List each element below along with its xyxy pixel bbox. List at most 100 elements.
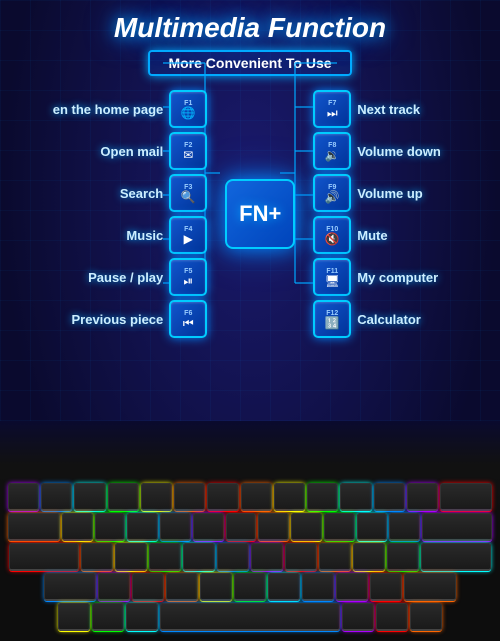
fn-row-f6: Previous piece F6 ⏮ [71, 300, 207, 338]
kb-key [8, 513, 60, 541]
f11-key: F11 🖥 [313, 258, 351, 296]
kb-row-5 [8, 603, 492, 631]
kb-key [353, 543, 385, 571]
kb-key [217, 543, 249, 571]
kb-key [274, 483, 305, 511]
kb-key [376, 603, 408, 631]
fn-row-f11: F11 🖥 My computer [313, 258, 447, 296]
fn-row-f8: F8 🔉 Volume down [313, 132, 447, 170]
f6-label: Previous piece [71, 312, 163, 327]
kb-key [404, 573, 456, 601]
f12-label: Calculator [357, 312, 447, 327]
f7-key: F7 ⏭ [313, 90, 351, 128]
kb-key [258, 513, 289, 541]
f8-key: F8 🔉 [313, 132, 351, 170]
kb-key [285, 543, 317, 571]
f4-label: Music [73, 228, 163, 243]
subtitle-text: More Convenient To Use [148, 50, 351, 76]
kb-key [340, 483, 371, 511]
kb-key [95, 513, 126, 541]
kb-key [141, 483, 172, 511]
kb-key [370, 573, 402, 601]
fn-row-f5: Pause / play F5 ⏯ [73, 258, 207, 296]
f8-label: Volume down [357, 144, 447, 159]
fn-row-f2: Open mail F2 ✉ [73, 132, 207, 170]
kb-key [126, 603, 158, 631]
subtitle-badge: More Convenient To Use [10, 50, 490, 76]
kb-key [81, 543, 113, 571]
kb-key [200, 573, 232, 601]
kb-key [41, 483, 72, 511]
keyboard-visual [0, 421, 500, 641]
fn-row-f10: F10 🔇 Mute [313, 216, 447, 254]
f4-key: F4 ▶ [169, 216, 207, 254]
kb-key [336, 573, 368, 601]
f10-key: F10 🔇 [313, 216, 351, 254]
f7-label: Next track [357, 102, 447, 117]
kb-key [251, 543, 283, 571]
kb-key [149, 543, 181, 571]
kb-key [234, 573, 266, 601]
kb-key [183, 543, 215, 571]
fn-row-f7: F7 ⏭ Next track [313, 90, 447, 128]
f12-key: F12 🔢 [313, 300, 351, 338]
f3-key: F3 🔍 [169, 174, 207, 212]
kb-key [62, 513, 93, 541]
kb-key [174, 483, 205, 511]
kb-key [324, 513, 355, 541]
kb-row-1 [8, 483, 492, 511]
f10-label: Mute [357, 228, 447, 243]
kb-key [127, 513, 158, 541]
kb-key [98, 573, 130, 601]
kb-key [410, 603, 442, 631]
f3-label: Search [73, 186, 163, 201]
kb-key [302, 573, 334, 601]
f2-key: F2 ✉ [169, 132, 207, 170]
f5-key: F5 ⏯ [169, 258, 207, 296]
f9-key: F9 🔊 [313, 174, 351, 212]
left-column: en the home page F1 🌐 Open mail F2 ✉ Sea… [53, 90, 208, 338]
f1-label: en the home page [53, 102, 164, 117]
fn-grid: en the home page F1 🌐 Open mail F2 ✉ Sea… [10, 90, 490, 338]
f1-key: F1 🌐 [169, 90, 207, 128]
fn-row-f12: F12 🔢 Calculator [313, 300, 447, 338]
kb-key [115, 543, 147, 571]
kb-key [8, 483, 39, 511]
kb-key [422, 513, 492, 541]
kb-key [421, 543, 491, 571]
kb-key [92, 603, 124, 631]
kb-key [58, 603, 90, 631]
kb-row-4 [8, 573, 492, 601]
keyboard-container [0, 475, 500, 641]
kb-row-2 [8, 513, 492, 541]
kb-key [166, 573, 198, 601]
fn-row-f1: en the home page F1 🌐 [53, 90, 208, 128]
kb-key [357, 513, 388, 541]
kb-key [389, 513, 420, 541]
kb-key [440, 483, 492, 511]
fn-row-f3: Search F3 🔍 [73, 174, 207, 212]
f11-label: My computer [357, 270, 447, 285]
f6-key: F6 ⏮ [169, 300, 207, 338]
f9-label: Volume up [357, 186, 447, 201]
kb-key [226, 513, 257, 541]
kb-key [207, 483, 238, 511]
fn-plus-button: FN+ [225, 179, 295, 249]
fn-row-f9: F9 🔊 Volume up [313, 174, 447, 212]
main-content: Multimedia Function More Convenient To U… [0, 0, 500, 338]
kb-key [307, 483, 338, 511]
keyboard-image [0, 421, 500, 641]
kb-key [291, 513, 322, 541]
fn-row-f4: Music F4 ▶ [73, 216, 207, 254]
right-column: F7 ⏭ Next track F8 🔉 Volume down F9 🔊 Vo… [313, 90, 447, 338]
page-title: Multimedia Function [10, 12, 490, 44]
kb-spacebar [160, 603, 340, 631]
kb-key [268, 573, 300, 601]
f5-label: Pause / play [73, 270, 163, 285]
kb-key [9, 543, 79, 571]
kb-key [44, 573, 96, 601]
kb-key [241, 483, 272, 511]
kb-key [374, 483, 405, 511]
f2-label: Open mail [73, 144, 163, 159]
kb-key [108, 483, 139, 511]
